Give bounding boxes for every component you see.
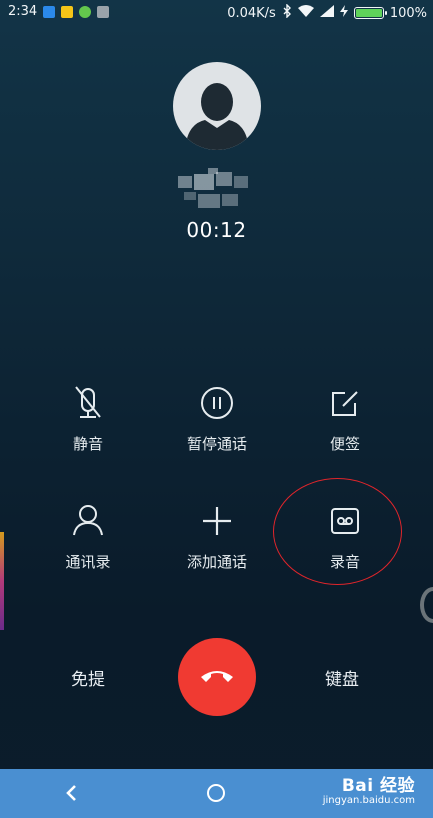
caller-avatar — [173, 62, 261, 150]
add-call-icon — [197, 501, 237, 541]
speaker-button[interactable]: 免提 — [71, 665, 105, 690]
bluetooth-icon — [282, 3, 292, 22]
edge-tab — [0, 532, 4, 630]
media-icon — [97, 5, 110, 18]
caller-name-pixelated — [178, 168, 256, 214]
battery-icon — [353, 7, 387, 19]
note-button[interactable]: 便签 — [285, 383, 405, 454]
battery-percent: 100% — [389, 5, 427, 21]
network-speed: 0.04K/s — [227, 5, 276, 21]
mute-label: 静音 — [72, 435, 103, 453]
mute-button[interactable]: 静音 — [28, 383, 148, 454]
baidu-watermark: Bai 经验 jingyan.baidu.com — [323, 771, 415, 806]
android-icon — [79, 5, 92, 18]
contacts-button[interactable]: 通讯录 — [28, 501, 148, 572]
home-button[interactable] — [207, 784, 225, 802]
pause-call-label: 暂停通话 — [186, 435, 247, 453]
status-bar: 2:34 0.04K/s 100% — [0, 0, 433, 24]
watermark-url: jingyan.baidu.com — [322, 795, 415, 806]
back-button[interactable] — [60, 781, 84, 805]
add-call-label: 添加通话 — [186, 553, 247, 571]
floating-ball-handle[interactable] — [420, 587, 433, 623]
message-icon — [61, 5, 74, 18]
charging-icon — [339, 5, 348, 21]
contacts-icon — [68, 501, 108, 541]
contacts-label: 通讯录 — [65, 553, 111, 571]
end-call-button[interactable] — [178, 638, 256, 716]
wifi-icon — [297, 5, 314, 21]
signal-icon — [319, 5, 334, 21]
watermark-title: Bai 经验 — [341, 776, 415, 796]
end-call-icon — [197, 663, 237, 691]
pause-icon — [197, 383, 237, 423]
keypad-button[interactable]: 键盘 — [325, 665, 359, 690]
chevron-left-icon — [66, 785, 76, 801]
add-call-button[interactable]: 添加通话 — [157, 501, 277, 572]
note-edit-icon — [325, 383, 365, 423]
record-highlight-circle — [273, 478, 402, 585]
status-time: 2:34 — [8, 4, 38, 19]
mute-mic-icon — [68, 383, 108, 423]
note-label: 便签 — [329, 435, 360, 453]
navigation-bar: Bai 经验 jingyan.baidu.com — [0, 769, 433, 818]
call-duration: 00:12 — [186, 218, 247, 242]
download-icon — [43, 5, 56, 18]
person-silhouette-icon — [185, 83, 249, 150]
pause-call-button[interactable]: 暂停通话 — [157, 383, 277, 454]
